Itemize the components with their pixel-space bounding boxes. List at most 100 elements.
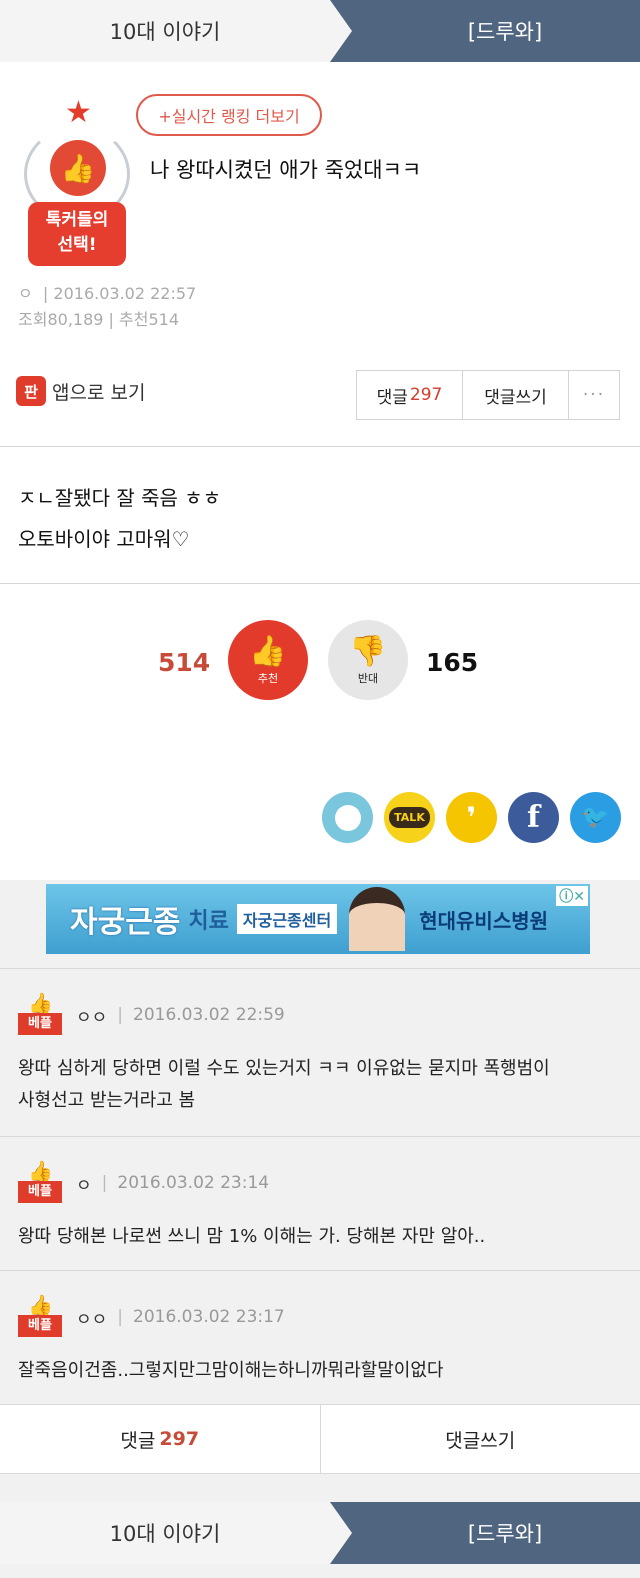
breadcrumb-action-label: [드루와] bbox=[467, 1522, 543, 1546]
best-label: 베플 bbox=[18, 1013, 62, 1035]
app-view-label: 앱으로 보기 bbox=[52, 381, 146, 404]
twitter-icon: 🐦 bbox=[581, 805, 610, 830]
share-twitter-button[interactable]: 🐦 bbox=[570, 792, 621, 843]
bottom-breadcrumb: 10대 이야기 [드루와] bbox=[0, 1502, 640, 1564]
post-title: 나 왕따시켰던 애가 죽었대ㅋㅋ bbox=[150, 158, 422, 182]
comment-count: 297 bbox=[409, 385, 443, 405]
ad-close-icon[interactable]: ⓘ✕ bbox=[556, 886, 588, 906]
bottom-comment-count-button[interactable]: 댓글 297 bbox=[0, 1405, 321, 1473]
downvote-count: 165 bbox=[426, 648, 479, 677]
breadcrumb-action[interactable]: [드루와] bbox=[330, 0, 640, 62]
comment-author: ㅇㅇ bbox=[76, 1007, 108, 1028]
badge-line1: 톡커들의 bbox=[45, 210, 109, 230]
upvote-button[interactable]: 👍 추천 bbox=[228, 620, 308, 700]
thumbs-down-icon: 👎 bbox=[349, 634, 387, 669]
top-breadcrumb: 10대 이야기 [드루와] bbox=[0, 0, 640, 62]
more-options-button[interactable]: ··· bbox=[569, 371, 619, 419]
page: 10대 이야기 [드루와] ★ 👍 톡커들의 선택! +실시간 랭킹 더보기 나… bbox=[0, 0, 640, 1578]
ad-text-sub: 치료 bbox=[188, 909, 229, 934]
comment-line: 사형선고 받는거라고 봄 bbox=[18, 1090, 196, 1111]
divider bbox=[0, 583, 640, 584]
meta-separator: | bbox=[37, 284, 49, 303]
share-kakaostory-button[interactable]: ❜ bbox=[446, 792, 497, 843]
thumbs-up-icon: 👍 bbox=[50, 140, 106, 196]
recommend-count: 514 bbox=[148, 310, 180, 329]
comment-author: ㅇㅇ bbox=[76, 1309, 108, 1330]
comment-item: 👍 베플 ㅇ | 2016.03.02 23:14 왕따 당해본 나로썬 쓰니 … bbox=[0, 1136, 640, 1270]
meta-separator: | bbox=[117, 1307, 124, 1327]
best-comment-badge: 👍 베플 bbox=[18, 1159, 62, 1205]
ad-banner[interactable]: 자궁근종 치료 자궁근종센터 현대유비스병원 ⓘ✕ bbox=[46, 884, 590, 954]
thumbs-up-icon: 👍 bbox=[28, 991, 53, 1015]
views-count: 80,189 bbox=[47, 310, 104, 329]
bottom-write-comment-button[interactable]: 댓글쓰기 bbox=[321, 1405, 640, 1473]
best-comment-badge: 👍 베플 bbox=[18, 1293, 62, 1339]
comment-text: 왕따 당해본 나로썬 쓰니 맘 1% 이해는 가. 당해본 자만 알아.. bbox=[18, 1221, 485, 1253]
recommend-label: 추천 bbox=[119, 310, 149, 329]
downvote-label: 반대 bbox=[357, 672, 379, 685]
thumbs-up-icon: 👍 bbox=[28, 1293, 53, 1317]
downvote-button[interactable]: 👎 반대 bbox=[328, 620, 408, 700]
breadcrumb-category[interactable]: 10대 이야기 bbox=[0, 1502, 352, 1564]
comment-line: 왕따 당해본 나로썬 쓰니 맘 1% 이해는 가. 당해본 자만 알아.. bbox=[18, 1226, 486, 1247]
ad-model-image bbox=[349, 887, 406, 951]
comment-line: 왕따 심하게 당하면 이럴 수도 있는거지 ㅋㅋ 이유없는 묻지마 폭행범이 bbox=[18, 1058, 550, 1079]
comment-text: 잘죽음이건좀..그렇지만그맘이해는하니까뭐라할말이없다 bbox=[18, 1355, 443, 1387]
badge-line2: 선택! bbox=[57, 235, 97, 255]
kakaotalk-icon: TALK bbox=[389, 807, 430, 828]
comment-text: 왕따 심하게 당하면 이럴 수도 있는거지 ㅋㅋ 이유없는 묻지마 폭행범이 사… bbox=[18, 1053, 550, 1117]
talkers-choice-badge: ★ 👍 톡커들의 선택! bbox=[18, 98, 136, 268]
post-header: ★ 👍 톡커들의 선택! +실시간 랭킹 더보기 나 왕따시켰던 애가 죽었대ㅋ… bbox=[0, 62, 640, 447]
breadcrumb-action[interactable]: [드루와] bbox=[330, 1502, 640, 1564]
write-comment-button[interactable]: 댓글쓰기 bbox=[463, 371, 569, 419]
breadcrumb-arrow bbox=[330, 1502, 352, 1564]
post-body: ㅈㄴ잘됐다 잘 죽음 ㅎㅎ 오토바이야 고마워♡ bbox=[18, 478, 221, 560]
breadcrumb-category-label: 10대 이야기 bbox=[109, 1522, 221, 1546]
thumbs-up-icon: 👍 bbox=[28, 1159, 53, 1183]
post-author: ㅇ bbox=[18, 284, 33, 303]
app-view-link[interactable]: 판 앱으로 보기 bbox=[16, 376, 145, 406]
meta-separator: | bbox=[117, 1005, 124, 1025]
speech-bubble-icon bbox=[334, 804, 361, 831]
breadcrumb-arrow bbox=[330, 0, 352, 62]
best-comment-badge: 👍 베플 bbox=[18, 991, 62, 1037]
pann-app-icon: 판 bbox=[16, 376, 46, 406]
share-bubble-button[interactable] bbox=[322, 792, 373, 843]
realtime-ranking-button[interactable]: +실시간 랭킹 더보기 bbox=[136, 94, 322, 136]
comment-count: 297 bbox=[159, 1428, 200, 1450]
comment-header: 👍 베플 ㅇㅇ | 2016.03.02 22:59 bbox=[18, 991, 285, 1037]
star-icon: ★ bbox=[65, 95, 92, 130]
divider bbox=[0, 446, 640, 447]
breadcrumb-action-label: [드루와] bbox=[467, 20, 543, 44]
comment-header: 👍 베플 ㅇ | 2016.03.02 23:14 bbox=[18, 1159, 270, 1205]
share-facebook-button[interactable]: f bbox=[508, 792, 559, 843]
comment-line: 잘죽음이건좀..그렇지만그맘이해는하니까뭐라할말이없다 bbox=[18, 1360, 444, 1381]
badge-ribbon: 톡커들의 선택! bbox=[28, 202, 126, 266]
ad-text-center: 자궁근종센터 bbox=[236, 904, 338, 934]
breadcrumb-category[interactable]: 10대 이야기 bbox=[0, 0, 352, 62]
post-date: 2016.03.02 22:57 bbox=[53, 284, 197, 303]
comment-item: 👍 베플 ㅇㅇ | 2016.03.02 22:59 왕따 심하게 당하면 이럴… bbox=[0, 968, 640, 1136]
meta-separator: | bbox=[108, 310, 114, 329]
post-meta-author-date: ㅇ | 2016.03.02 22:57 bbox=[18, 280, 196, 304]
upvote-count: 514 bbox=[158, 648, 211, 677]
upvote-label: 추천 bbox=[257, 672, 279, 685]
kakaostory-icon: ❜ bbox=[466, 801, 477, 834]
comment-count-button[interactable]: 댓글 297 bbox=[357, 371, 463, 419]
meta-separator: | bbox=[101, 1173, 108, 1193]
comment-date: 2016.03.02 23:14 bbox=[117, 1173, 270, 1193]
views-label: 조회 bbox=[18, 310, 48, 329]
ad-text-hospital: 현대유비스병원 bbox=[419, 908, 549, 933]
post-meta-stats: 조회80,189 | 추천514 bbox=[18, 306, 179, 330]
comment-label: 댓글 bbox=[120, 1429, 156, 1452]
thumbs-up-icon: 👍 bbox=[249, 634, 287, 669]
post-body-line: ㅈㄴ잘됐다 잘 죽음 ㅎㅎ bbox=[18, 486, 222, 510]
comment-label: 댓글 bbox=[376, 387, 408, 408]
post-action-buttons: 댓글 297 댓글쓰기 ··· bbox=[356, 370, 620, 420]
share-kakaotalk-button[interactable]: TALK bbox=[384, 792, 435, 843]
best-label: 베플 bbox=[18, 1181, 62, 1203]
comment-date: 2016.03.02 23:17 bbox=[133, 1307, 285, 1327]
ad-text-main: 자궁근종 bbox=[70, 905, 181, 940]
vote-section: 514 👍 추천 👎 반대 165 bbox=[0, 616, 640, 706]
share-buttons: TALK ❜ f 🐦 bbox=[322, 792, 621, 843]
